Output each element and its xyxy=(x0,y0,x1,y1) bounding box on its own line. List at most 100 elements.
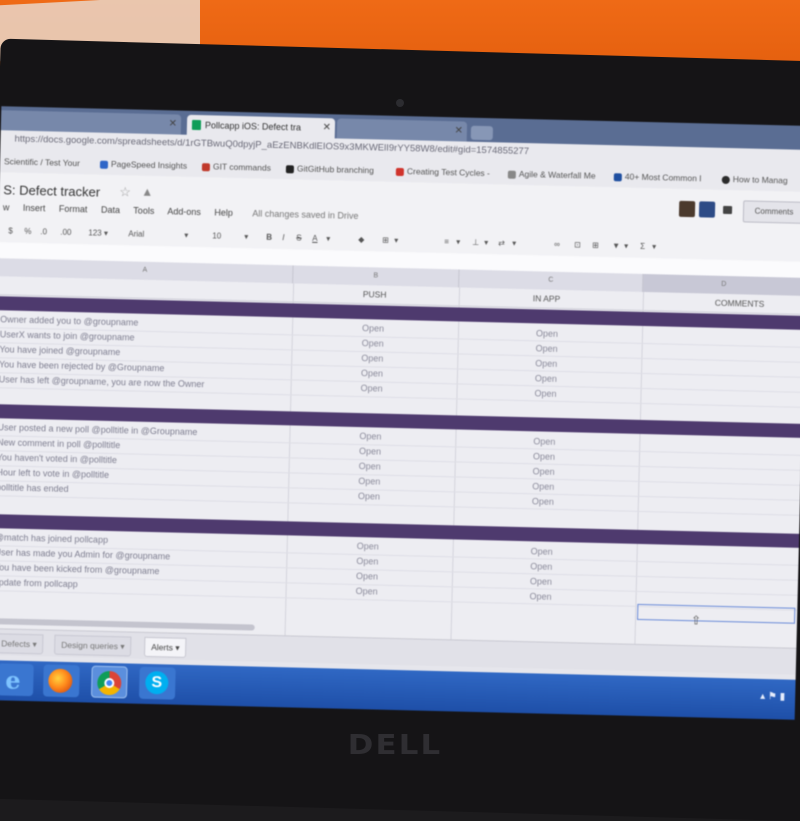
doc-title[interactable]: S: Defect tracker xyxy=(3,182,100,199)
bookmark-item[interactable]: GitGitHub branching xyxy=(285,163,374,175)
menu-format[interactable]: Format xyxy=(59,204,88,215)
align-button[interactable]: ≡ xyxy=(444,237,449,246)
in-app-status-cell[interactable]: Open xyxy=(536,328,558,339)
bookmark-item[interactable]: 40+ Most Common I xyxy=(613,171,702,183)
comment-icon[interactable]: ⊡ xyxy=(574,240,581,249)
selected-cell[interactable] xyxy=(637,603,796,624)
alert-cell[interactable]: You have joined @groupname xyxy=(0,344,120,357)
vertical-align-button[interactable]: ⊥ xyxy=(472,238,479,247)
in-app-status-cell[interactable]: Open xyxy=(532,481,554,492)
italic-button[interactable]: I xyxy=(282,233,284,242)
bookmark-item[interactable]: GIT commands xyxy=(201,161,271,173)
bookmark-item[interactable]: How to Manag xyxy=(721,174,788,185)
push-status-cell[interactable]: Open xyxy=(358,491,380,502)
sheet-tab-alerts[interactable]: Alerts ▾ xyxy=(143,636,187,658)
menu-tools[interactable]: Tools xyxy=(133,205,154,216)
avatar[interactable] xyxy=(678,200,696,218)
alert-cell[interactable]: User has made you Admin for @groupname xyxy=(0,547,170,561)
alert-cell[interactable]: You have been kicked from @groupname xyxy=(0,562,160,576)
menu-help[interactable]: Help xyxy=(214,207,233,217)
push-status-cell[interactable]: Open xyxy=(357,541,379,552)
push-status-cell[interactable]: Open xyxy=(356,586,378,597)
alert-cell[interactable]: @match has joined pollcapp xyxy=(0,532,108,545)
in-app-status-cell[interactable]: Open xyxy=(535,373,557,384)
alert-cell[interactable]: You have been rejected by @Groupname xyxy=(0,359,165,373)
star-icon[interactable]: ☆ xyxy=(119,184,131,200)
avatar[interactable] xyxy=(698,201,716,218)
in-app-status-cell[interactable]: Open xyxy=(533,436,555,447)
chevron-down-icon[interactable]: ▾ xyxy=(512,239,516,248)
push-status-cell[interactable]: Open xyxy=(361,368,383,379)
alert-cell[interactable]: Hour left to vote in @polltitle xyxy=(0,467,109,480)
bookmark-item[interactable]: PageSpeed Insights xyxy=(99,159,187,171)
in-app-status-cell[interactable]: Open xyxy=(529,591,551,602)
strikethrough-button[interactable]: S xyxy=(296,233,302,242)
currency-button[interactable]: $ xyxy=(8,226,13,235)
menu-insert[interactable]: Insert xyxy=(23,203,46,214)
push-status-cell[interactable]: Open xyxy=(359,431,381,442)
chevron-down-icon[interactable]: ▾ xyxy=(456,237,460,246)
push-status-cell[interactable]: Open xyxy=(360,383,382,394)
chevron-down-icon[interactable]: ▾ xyxy=(326,234,330,243)
chevron-down-icon[interactable]: ▾ xyxy=(484,238,488,247)
in-app-status-cell[interactable]: Open xyxy=(535,358,557,369)
folder-icon[interactable]: ▲ xyxy=(141,185,153,199)
alert-cell[interactable]: User has left @groupname, you are now th… xyxy=(0,374,205,389)
in-app-status-cell[interactable]: Open xyxy=(530,576,552,587)
bookmark-item[interactable]: Scientific / Test Your xyxy=(4,156,80,168)
borders-button[interactable]: ⊞ xyxy=(382,236,389,245)
sheet-tab-design-queries[interactable]: Design queries ▾ xyxy=(53,634,132,657)
chevron-down-icon[interactable]: ▾ xyxy=(184,231,188,240)
font-size-dropdown[interactable]: 10 xyxy=(212,231,221,240)
menu-addons[interactable]: Add-ons xyxy=(167,206,201,217)
alert-cell[interactable]: New comment in poll @polltitle xyxy=(0,437,120,450)
push-status-cell[interactable]: Open xyxy=(356,556,378,567)
alert-cell[interactable]: UserX wants to join @groupname xyxy=(0,329,135,342)
menu-data[interactable]: Data xyxy=(101,205,120,215)
save-status[interactable]: All changes saved in Drive xyxy=(252,208,358,221)
in-app-status-cell[interactable]: Open xyxy=(531,546,553,557)
taskbar-button[interactable] xyxy=(90,665,128,699)
bookmark-item[interactable]: Creating Test Cycles - xyxy=(395,166,490,178)
chart-icon[interactable]: ⊞ xyxy=(592,241,599,250)
taskbar-button[interactable] xyxy=(42,664,80,698)
increase-decimal-button[interactable]: .00 xyxy=(60,228,71,237)
sheet-tab-defects[interactable]: Defects ▾ xyxy=(0,633,44,655)
push-status-cell[interactable]: Open xyxy=(356,571,378,582)
text-wrap-button[interactable]: ⇄ xyxy=(498,238,505,247)
comments-button[interactable]: Comments xyxy=(742,200,800,224)
number-format-dropdown[interactable]: 123 ▾ xyxy=(88,228,108,237)
bold-button[interactable]: B xyxy=(266,233,272,242)
decrease-decimal-button[interactable]: .0 xyxy=(40,227,47,236)
in-app-status-cell[interactable]: Open xyxy=(534,388,556,399)
percent-button[interactable]: % xyxy=(24,227,31,236)
close-icon[interactable]: ✕ xyxy=(168,114,177,134)
chat-icon[interactable] xyxy=(722,205,733,215)
push-status-cell[interactable]: Open xyxy=(362,338,384,349)
in-app-status-cell[interactable]: Open xyxy=(533,451,555,462)
chevron-down-icon[interactable]: ▾ xyxy=(394,236,398,245)
alert-cell[interactable]: Owner added you to @groupname xyxy=(0,314,138,327)
push-status-cell[interactable]: Open xyxy=(359,446,381,457)
fill-color-icon[interactable]: ◆ xyxy=(358,235,364,244)
link-icon[interactable]: ∞ xyxy=(554,240,560,249)
new-tab-button[interactable] xyxy=(470,125,494,141)
push-status-cell[interactable]: Open xyxy=(362,323,384,334)
in-app-status-cell[interactable]: Open xyxy=(532,496,554,507)
in-app-status-cell[interactable]: Open xyxy=(535,343,557,354)
chevron-down-icon[interactable]: ▾ xyxy=(624,241,628,250)
chevron-down-icon[interactable]: ▾ xyxy=(244,232,248,241)
alert-cell[interactable]: polltitle has ended xyxy=(0,482,69,494)
push-status-cell[interactable]: Open xyxy=(358,476,380,487)
in-app-status-cell[interactable]: Open xyxy=(530,561,552,572)
taskbar-button[interactable]: e xyxy=(0,663,34,697)
push-status-cell[interactable]: Open xyxy=(361,353,383,364)
in-app-status-cell[interactable]: Open xyxy=(532,466,554,477)
push-status-cell[interactable]: Open xyxy=(359,461,381,472)
in-app-header[interactable]: IN APP xyxy=(533,293,561,304)
bookmark-item[interactable]: Agile & Waterfall Me xyxy=(507,169,596,181)
close-icon[interactable]: ✕ xyxy=(322,118,331,138)
font-family-dropdown[interactable]: Arial xyxy=(128,229,144,238)
comments-header[interactable]: COMMENTS xyxy=(715,298,765,309)
menu-view[interactable]: w xyxy=(3,202,10,212)
